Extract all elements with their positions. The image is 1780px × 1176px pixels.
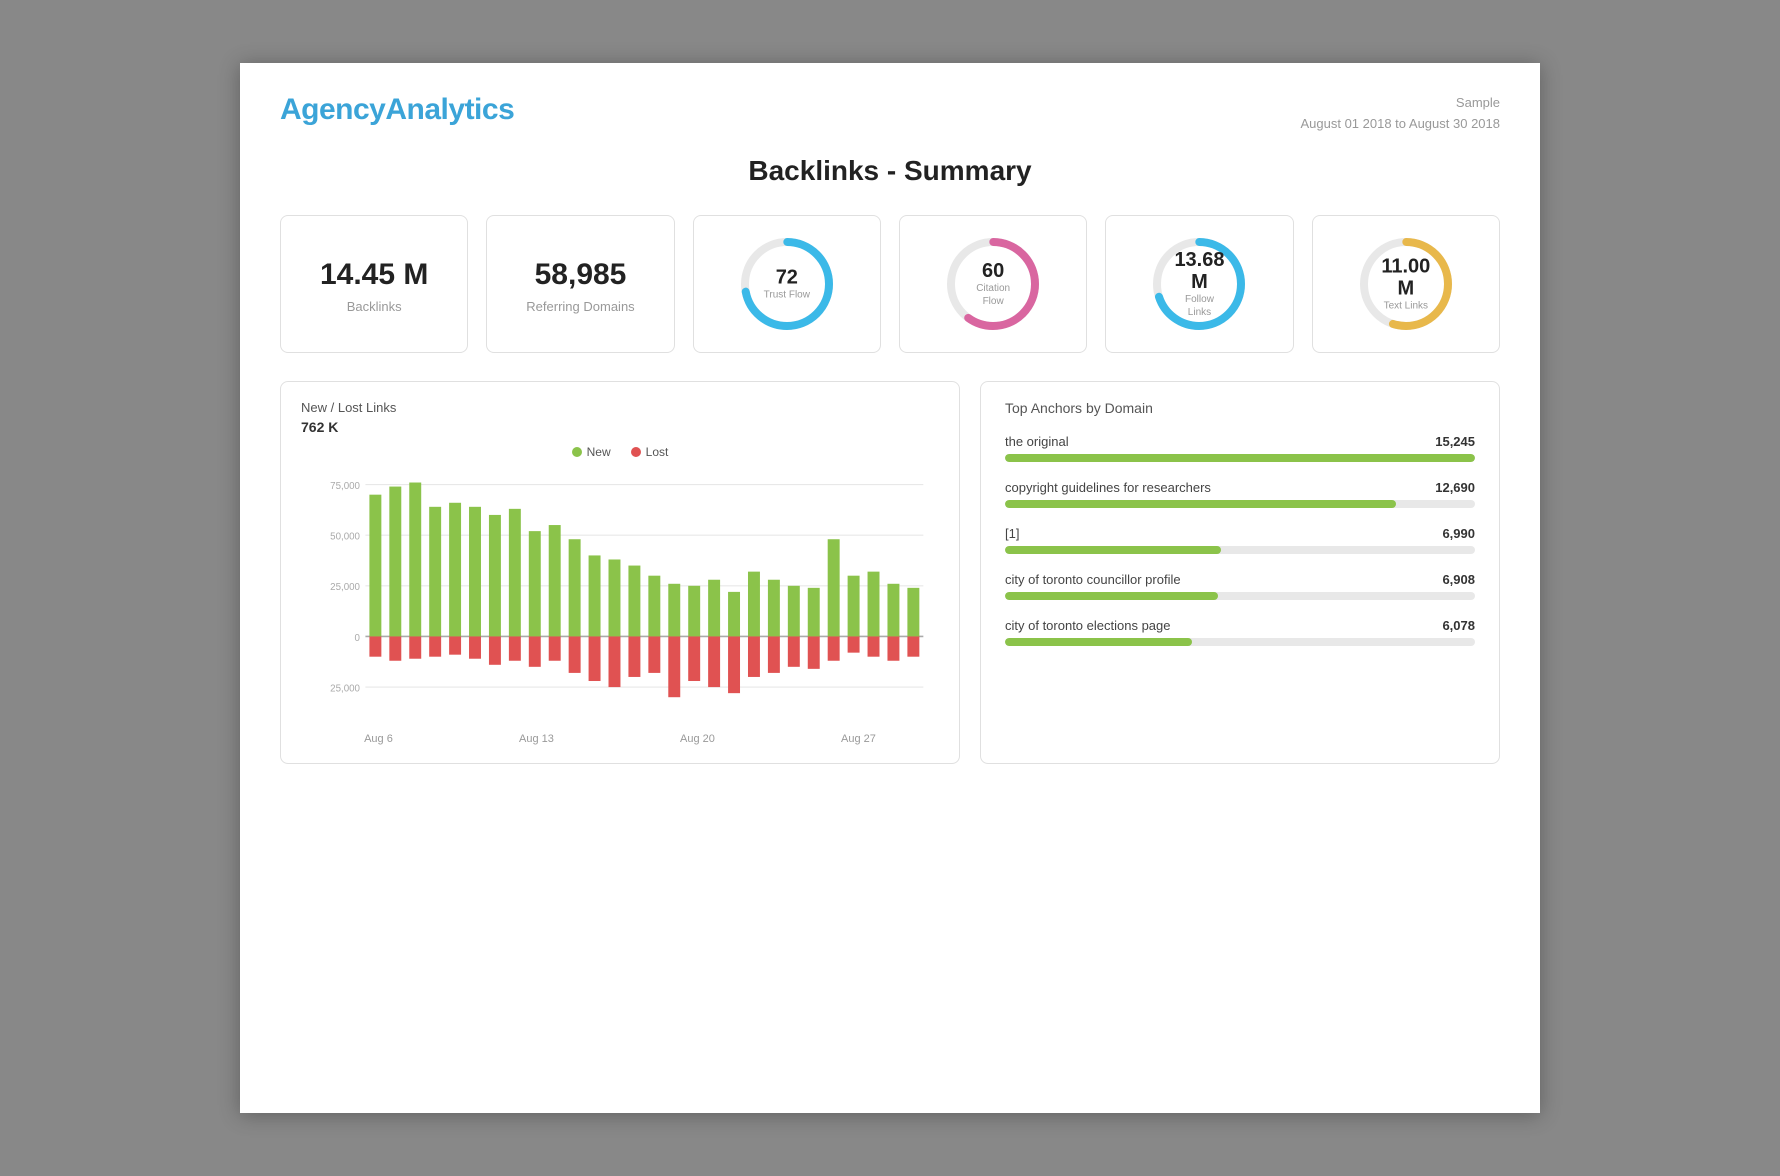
metric-card-referring-domains: 58,985 Referring Domains bbox=[486, 215, 674, 353]
legend-new: New bbox=[572, 445, 611, 459]
x-label: Aug 6 bbox=[364, 733, 393, 745]
metric-value-backlinks: 14.45 M bbox=[320, 257, 428, 293]
anchor-name: copyright guidelines for researchers bbox=[1005, 480, 1211, 495]
metrics-row: 14.45 M Backlinks 58,985 Referring Domai… bbox=[280, 215, 1500, 353]
anchor-bar-bg bbox=[1005, 546, 1475, 554]
anchor-name: city of toronto councillor profile bbox=[1005, 572, 1181, 587]
anchor-bar-bg bbox=[1005, 592, 1475, 600]
anchor-bar-bg bbox=[1005, 454, 1475, 462]
anchor-value: 6,990 bbox=[1442, 526, 1475, 541]
chart-panel: New / Lost Links 762 K New Lost 100 K75,… bbox=[280, 381, 960, 764]
x-label: Aug 20 bbox=[680, 733, 715, 745]
logo: AgencyAnalytics bbox=[280, 93, 514, 127]
x-axis-labels: Aug 6 Aug 13 Aug 20 Aug 27 bbox=[301, 729, 939, 745]
anchors-panel: Top Anchors by Domain the original 15,24… bbox=[980, 381, 1500, 764]
gauge-label-text-links: 11.00 M Text Links bbox=[1381, 255, 1431, 312]
svg-text:75,000: 75,000 bbox=[330, 480, 360, 491]
gauge-text-links: 11.00 M Text Links bbox=[1356, 234, 1456, 334]
metric-card-text-links: 11.00 M Text Links bbox=[1312, 215, 1500, 353]
anchor-value: 12,690 bbox=[1435, 480, 1475, 495]
legend-new-dot bbox=[572, 447, 582, 457]
anchor-bar-bg bbox=[1005, 500, 1475, 508]
anchor-value: 15,245 bbox=[1435, 434, 1475, 449]
svg-text:0: 0 bbox=[355, 632, 361, 643]
anchor-name: [1] bbox=[1005, 526, 1019, 541]
anchor-bar-fill bbox=[1005, 546, 1221, 554]
anchor-header: [1] 6,990 bbox=[1005, 526, 1475, 541]
meta-label: Sample bbox=[1300, 93, 1500, 114]
anchor-header: the original 15,245 bbox=[1005, 434, 1475, 449]
x-label: Aug 13 bbox=[519, 733, 554, 745]
anchor-bar-fill bbox=[1005, 638, 1192, 646]
bar-chart-svg: 100 K75,00050,00025,000025,000 bbox=[301, 469, 939, 729]
anchors-list: the original 15,245 copyright guidelines… bbox=[1005, 434, 1475, 646]
gauge-follow-links: 13.68 M Follow Links bbox=[1149, 234, 1249, 334]
anchor-value: 6,078 bbox=[1442, 618, 1475, 633]
metric-value-referring-domains: 58,985 bbox=[535, 257, 627, 293]
header-meta: Sample August 01 2018 to August 30 2018 bbox=[1300, 93, 1500, 135]
metric-label-backlinks: Backlinks bbox=[347, 299, 402, 314]
chart-title: New / Lost Links bbox=[301, 400, 939, 415]
anchor-row: the original 15,245 bbox=[1005, 434, 1475, 462]
anchor-name: city of toronto elections page bbox=[1005, 618, 1171, 633]
anchor-header: copyright guidelines for researchers 12,… bbox=[1005, 480, 1475, 495]
anchor-bar-fill bbox=[1005, 592, 1218, 600]
anchor-header: city of toronto elections page 6,078 bbox=[1005, 618, 1475, 633]
legend-lost: Lost bbox=[631, 445, 669, 459]
anchor-row: [1] 6,990 bbox=[1005, 526, 1475, 554]
meta-date: August 01 2018 to August 30 2018 bbox=[1300, 114, 1500, 135]
bottom-row: New / Lost Links 762 K New Lost 100 K75,… bbox=[280, 381, 1500, 764]
gauge-citation-flow: 60 Citation Flow bbox=[943, 234, 1043, 334]
header: AgencyAnalytics Sample August 01 2018 to… bbox=[280, 93, 1500, 135]
metric-card-citation-flow: 60 Citation Flow bbox=[899, 215, 1087, 353]
anchor-row: copyright guidelines for researchers 12,… bbox=[1005, 480, 1475, 508]
anchor-row: city of toronto elections page 6,078 bbox=[1005, 618, 1475, 646]
gauge-label-citation-flow: 60 Citation Flow bbox=[968, 260, 1018, 308]
page-wrapper: AgencyAnalytics Sample August 01 2018 to… bbox=[240, 63, 1540, 1113]
svg-text:25,000: 25,000 bbox=[330, 582, 360, 593]
anchor-row: city of toronto councillor profile 6,908 bbox=[1005, 572, 1475, 600]
metric-label-referring-domains: Referring Domains bbox=[526, 299, 634, 314]
anchor-value: 6,908 bbox=[1442, 572, 1475, 587]
legend-lost-dot bbox=[631, 447, 641, 457]
logo-text-analytics: Analytics bbox=[385, 93, 514, 126]
anchor-header: city of toronto councillor profile 6,908 bbox=[1005, 572, 1475, 587]
anchor-bar-fill bbox=[1005, 500, 1396, 508]
metric-card-trust-flow: 72 Trust Flow bbox=[693, 215, 881, 353]
gauge-label-follow-links: 13.68 M Follow Links bbox=[1174, 249, 1224, 319]
chart-subtitle: 762 K bbox=[301, 419, 939, 435]
anchor-bar-bg bbox=[1005, 638, 1475, 646]
metric-card-follow-links: 13.68 M Follow Links bbox=[1105, 215, 1293, 353]
anchor-name: the original bbox=[1005, 434, 1069, 449]
gauge-label-trust-flow: 72 Trust Flow bbox=[764, 266, 810, 301]
svg-text:25,000: 25,000 bbox=[330, 683, 360, 694]
logo-text-agency: Agency bbox=[280, 93, 385, 126]
bar-chart-area: 100 K75,00050,00025,000025,000 bbox=[301, 469, 939, 729]
gauge-trust-flow: 72 Trust Flow bbox=[737, 234, 837, 334]
metric-card-backlinks: 14.45 M Backlinks bbox=[280, 215, 468, 353]
chart-legend: New Lost bbox=[301, 445, 939, 459]
anchors-title: Top Anchors by Domain bbox=[1005, 400, 1475, 416]
anchor-bar-fill bbox=[1005, 454, 1475, 462]
page-title: Backlinks - Summary bbox=[280, 155, 1500, 187]
svg-text:50,000: 50,000 bbox=[330, 531, 360, 542]
x-label: Aug 27 bbox=[841, 733, 876, 745]
